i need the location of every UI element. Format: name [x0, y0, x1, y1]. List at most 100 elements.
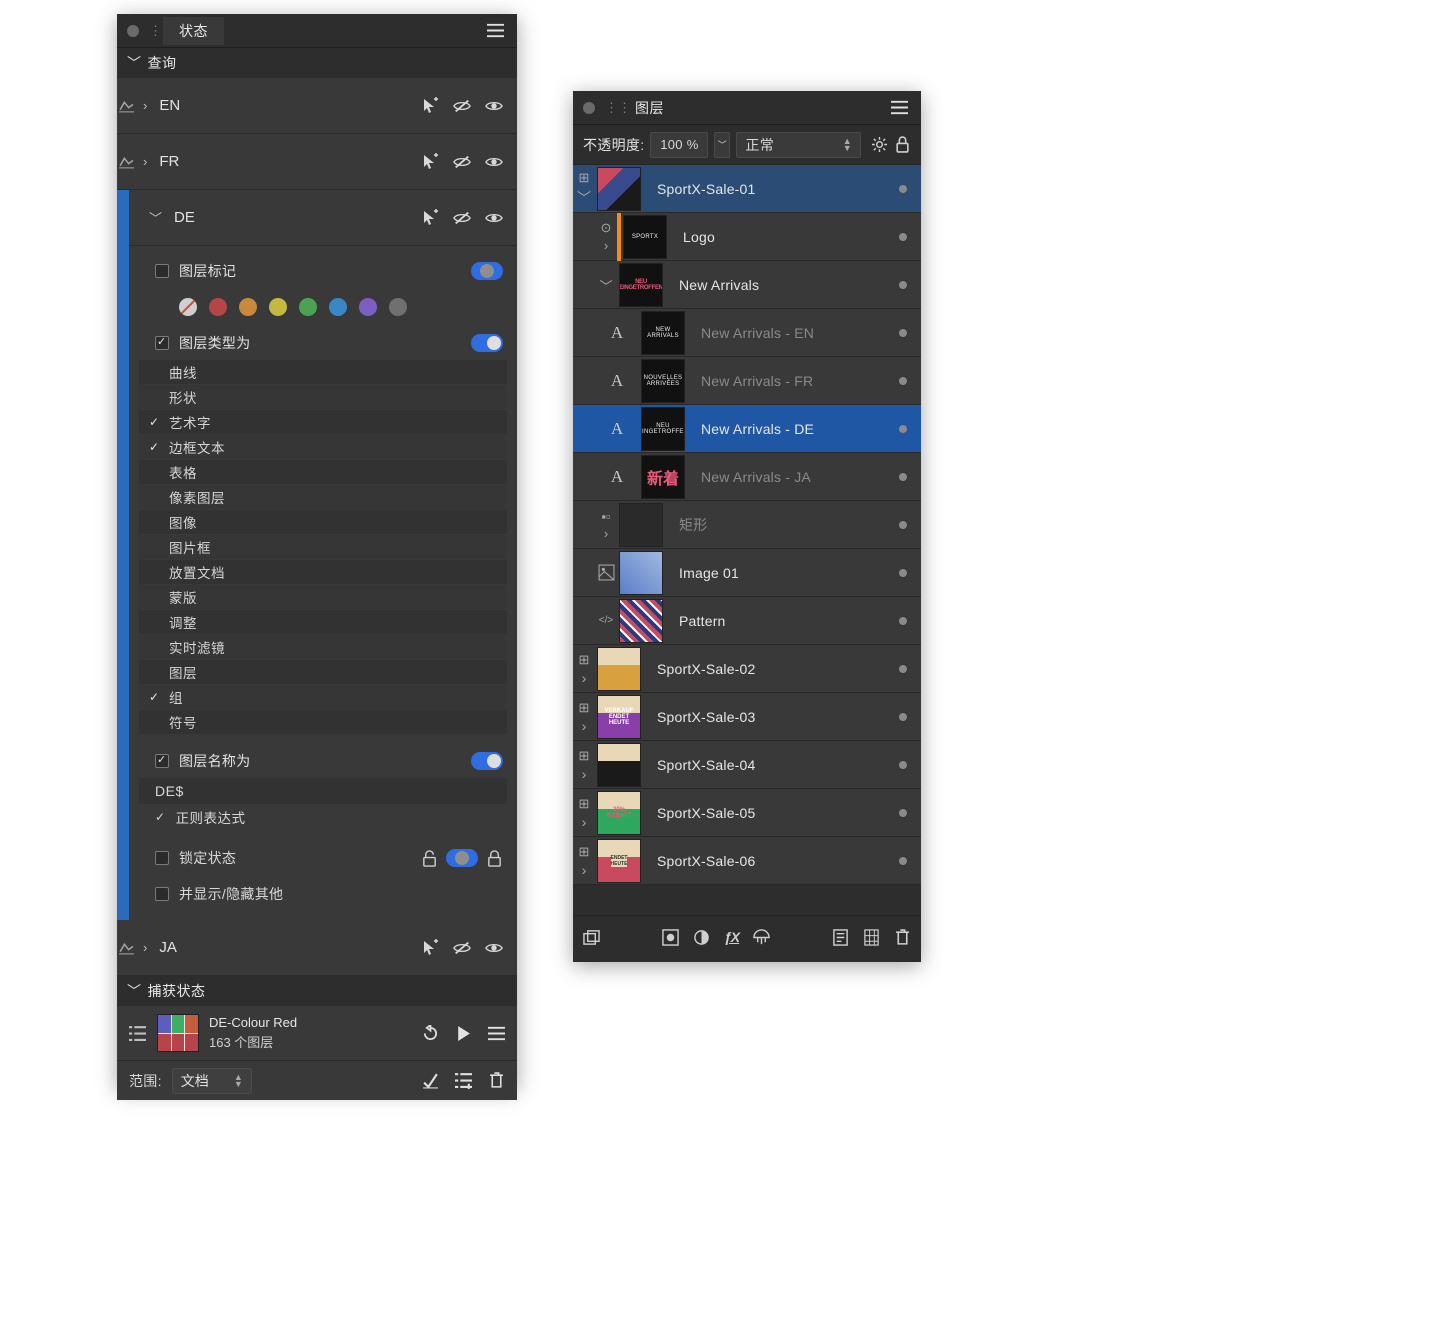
- trash-icon[interactable]: [488, 1072, 505, 1089]
- layer-row[interactable]: ⊞﹀SportX-Sale-01: [573, 165, 921, 213]
- query-row-en[interactable]: › EN: [117, 78, 517, 134]
- visibility-dot[interactable]: [899, 377, 907, 385]
- query-row-fr[interactable]: › FR: [117, 134, 517, 190]
- visibility-off-icon[interactable]: [453, 209, 471, 227]
- swatch[interactable]: [209, 298, 227, 316]
- visibility-off-icon[interactable]: [453, 939, 471, 957]
- eye-icon[interactable]: [485, 97, 503, 115]
- layer-row[interactable]: ﹀NEU EINGETROFFENNew Arrivals: [573, 261, 921, 309]
- expand-toggle[interactable]: ⊞›: [573, 748, 595, 782]
- expand-toggle[interactable]: ﹀: [595, 274, 617, 295]
- swatch[interactable]: [269, 298, 287, 316]
- visibility-dot[interactable]: [899, 521, 907, 529]
- swatch-none[interactable]: [179, 298, 197, 316]
- panel-menu-icon[interactable]: [891, 99, 909, 116]
- layer-type-checkbox[interactable]: [155, 336, 169, 350]
- eye-icon[interactable]: [485, 209, 503, 227]
- pointer-add-icon[interactable]: [421, 153, 439, 171]
- type-item[interactable]: ✓组: [139, 685, 507, 709]
- drag-handle[interactable]: ⋮⋮: [149, 23, 155, 39]
- close-dot[interactable]: [127, 25, 139, 37]
- type-item[interactable]: 实时滤镜: [139, 635, 507, 659]
- play-icon[interactable]: [455, 1025, 472, 1042]
- type-item[interactable]: 调整: [139, 610, 507, 634]
- layer-type-header[interactable]: 图层类型为: [129, 326, 517, 360]
- lock-state-checkbox[interactable]: [155, 851, 169, 865]
- swatch[interactable]: [299, 298, 317, 316]
- layer-tag-checkbox[interactable]: [155, 264, 169, 278]
- layer-row[interactable]: A新着New Arrivals - JA: [573, 453, 921, 501]
- layer-name-checkbox[interactable]: [155, 754, 169, 768]
- opacity-stepper[interactable]: ﹀: [714, 132, 730, 158]
- visibility-off-icon[interactable]: [453, 97, 471, 115]
- type-item[interactable]: 曲线: [139, 360, 507, 384]
- refresh-icon[interactable]: [422, 1025, 439, 1042]
- visibility-dot[interactable]: [899, 809, 907, 817]
- mask-icon[interactable]: [662, 929, 679, 946]
- layer-row[interactable]: ⊙›SPORTXLogo: [573, 213, 921, 261]
- type-item[interactable]: 符号: [139, 710, 507, 734]
- layer-row[interactable]: ANOUVELLES ARRIVÉESNew Arrivals - FR: [573, 357, 921, 405]
- layer-row[interactable]: Image 01: [573, 549, 921, 597]
- crop-icon[interactable]: [753, 929, 770, 946]
- query-section-header[interactable]: ﹀ 查询: [117, 48, 517, 78]
- lock-icon[interactable]: [894, 136, 911, 153]
- eye-icon[interactable]: [485, 153, 503, 171]
- new-layer-icon[interactable]: [832, 929, 849, 946]
- swatch[interactable]: [239, 298, 257, 316]
- visibility-dot[interactable]: [899, 281, 907, 289]
- unlock-icon[interactable]: [421, 850, 438, 867]
- shape-expand-icon[interactable]: ▪▫›: [595, 509, 617, 541]
- layer-row[interactable]: ANEU EINGETROFFENNew Arrivals - DE: [573, 405, 921, 453]
- layer-tag-header[interactable]: 图层标记: [129, 254, 517, 288]
- type-item[interactable]: 图层: [139, 660, 507, 684]
- type-item[interactable]: ✓艺术字: [139, 410, 507, 434]
- adjustment-icon[interactable]: [693, 929, 710, 946]
- visibility-dot[interactable]: [899, 185, 907, 193]
- layer-row[interactable]: ⊞›30%RABATTSportX-Sale-05: [573, 789, 921, 837]
- fx-icon[interactable]: ƒX: [724, 929, 739, 946]
- swatch[interactable]: [329, 298, 347, 316]
- pointer-add-icon[interactable]: [421, 209, 439, 227]
- type-item[interactable]: 图像: [139, 510, 507, 534]
- layer-row[interactable]: </>Pattern: [573, 597, 921, 645]
- captured-state-item[interactable]: DE-Colour Red 163 个图层: [117, 1006, 517, 1060]
- type-item[interactable]: 蒙版: [139, 585, 507, 609]
- visibility-dot[interactable]: [899, 617, 907, 625]
- opacity-input[interactable]: 100 %: [650, 132, 708, 158]
- swatch[interactable]: [389, 298, 407, 316]
- regex-checkbox-row[interactable]: ✓ 正则表达式: [139, 804, 507, 830]
- blend-mode-selector[interactable]: 正常 ▲▼: [736, 132, 861, 158]
- panel-menu-icon[interactable]: [487, 22, 505, 39]
- expand-toggle[interactable]: ⊞›: [573, 652, 595, 686]
- pointer-add-icon[interactable]: [421, 97, 439, 115]
- hide-others-row[interactable]: 并显示/隐藏其他: [129, 876, 517, 912]
- expand-toggle[interactable]: ⊙›: [595, 220, 617, 253]
- expand-toggle[interactable]: ⊞›: [573, 796, 595, 830]
- visibility-dot[interactable]: [899, 857, 907, 865]
- visibility-dot[interactable]: [899, 425, 907, 433]
- eye-icon[interactable]: [485, 939, 503, 957]
- layer-name-input[interactable]: DE$: [139, 778, 507, 804]
- type-item[interactable]: 形状: [139, 385, 507, 409]
- layer-row[interactable]: ANEW ARRIVALSNew Arrivals - EN: [573, 309, 921, 357]
- tab-layers[interactable]: 图层: [619, 94, 680, 122]
- layer-name-toggle[interactable]: [471, 752, 503, 770]
- visibility-dot[interactable]: [899, 473, 907, 481]
- type-item[interactable]: 表格: [139, 460, 507, 484]
- visibility-dot[interactable]: [899, 329, 907, 337]
- visibility-dot[interactable]: [899, 569, 907, 577]
- layer-stack-icon[interactable]: [583, 929, 600, 946]
- layer-row[interactable]: ⊞›SportX-Sale-04: [573, 741, 921, 789]
- expand-toggle[interactable]: ⊞﹀: [573, 170, 595, 208]
- type-item[interactable]: ✓边框文本: [139, 435, 507, 459]
- scope-selector[interactable]: 文档 ▲▼: [172, 1068, 252, 1094]
- type-item[interactable]: 像素图层: [139, 485, 507, 509]
- type-item[interactable]: 放置文档: [139, 560, 507, 584]
- grid-icon[interactable]: [863, 929, 880, 946]
- gear-icon[interactable]: [871, 136, 888, 153]
- menu-icon[interactable]: [488, 1025, 505, 1042]
- visibility-dot[interactable]: [899, 665, 907, 673]
- expand-toggle[interactable]: ⊞›: [573, 844, 595, 878]
- expand-toggle[interactable]: ⊞›: [573, 700, 595, 734]
